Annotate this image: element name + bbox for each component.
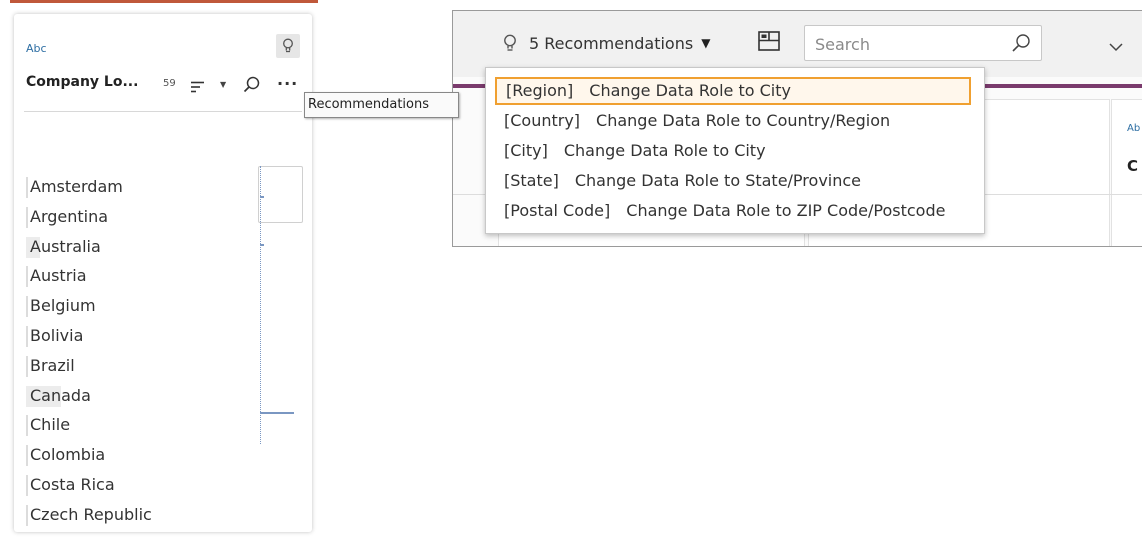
sort-icon[interactable] bbox=[191, 78, 205, 97]
value-label: Canada bbox=[30, 385, 91, 405]
value-label: Brazil bbox=[30, 355, 75, 375]
value-list: Amsterdam Argentina Australia Austria Belgiu… bbox=[26, 172, 152, 530]
recommendation-field: [Region] bbox=[506, 81, 574, 100]
value-label: Argentina bbox=[30, 206, 109, 226]
background-type-label: Ab bbox=[1127, 123, 1141, 134]
background-field-name: C bbox=[1127, 157, 1139, 175]
value-list-item[interactable]: Czech Republic bbox=[26, 500, 152, 530]
data-type-label: Abc bbox=[26, 42, 47, 55]
recommendation-action: Change Data Role to City bbox=[563, 141, 766, 160]
value-list-item[interactable]: Chile bbox=[26, 410, 152, 440]
recommendations-tooltip: Recommendations bbox=[304, 92, 459, 118]
recommendation-item[interactable]: [City] Change Data Role to City bbox=[495, 137, 971, 165]
value-count: 59 bbox=[163, 78, 176, 89]
value-list-item[interactable]: Amsterdam bbox=[26, 172, 152, 202]
recommendation-field: [Country] bbox=[504, 111, 581, 130]
dropdown-caret-icon: ▼ bbox=[701, 36, 711, 50]
recommendation-item[interactable]: [Country] Change Data Role to Country/Reg… bbox=[495, 107, 971, 135]
value-list-item[interactable]: Austria bbox=[26, 261, 152, 291]
recommendations-toggle[interactable] bbox=[276, 34, 300, 58]
more-icon[interactable]: ··· bbox=[277, 74, 298, 93]
value-list-item[interactable]: Bolivia bbox=[26, 321, 152, 351]
value-list-item[interactable]: Costa Rica bbox=[26, 470, 152, 500]
histogram-bar bbox=[260, 244, 264, 246]
recommendation-field: [Postal Code] bbox=[504, 201, 611, 220]
search-field[interactable] bbox=[804, 25, 1042, 61]
recommendations-menu: [Region] Change Data Role to City [Country… bbox=[485, 67, 985, 234]
recommendation-action: Change Data Role to City bbox=[589, 81, 791, 100]
profile-card: Abc Company Lo... 59 ▼ ··· Amsterdam Arge… bbox=[14, 14, 312, 532]
search-icon[interactable] bbox=[243, 76, 260, 97]
search-input[interactable] bbox=[813, 32, 1007, 56]
value-label: Australia bbox=[30, 236, 101, 256]
value-label: Chile bbox=[30, 415, 71, 435]
chevron-down-icon[interactable] bbox=[1109, 37, 1123, 56]
recommendation-item[interactable]: [Postal Code] Change Data Role to ZIP Cod… bbox=[495, 197, 971, 225]
histogram-bar bbox=[260, 412, 294, 414]
value-label: Austria bbox=[30, 266, 87, 286]
value-list-item[interactable]: Belgium bbox=[26, 291, 152, 321]
field-name[interactable]: Company Lo... bbox=[26, 74, 138, 90]
value-label: Colombia bbox=[30, 445, 106, 465]
value-label: Belgium bbox=[30, 296, 96, 316]
value-list-item[interactable]: Australia bbox=[26, 232, 152, 262]
header-divider bbox=[24, 111, 302, 112]
top-accent-bar bbox=[10, 0, 318, 3]
lightbulb-icon bbox=[504, 34, 516, 51]
recommendation-action: Change Data Role to Country/Region bbox=[596, 111, 891, 130]
recommendation-action: Change Data Role to ZIP Code/Postcode bbox=[626, 201, 946, 220]
recommendations-label: 5 Recommendations bbox=[529, 33, 694, 53]
value-label: Czech Republic bbox=[30, 504, 152, 524]
recommendation-item[interactable]: [State] Change Data Role to State/Provinc… bbox=[495, 167, 971, 195]
sort-dropdown-caret-icon[interactable]: ▼ bbox=[220, 80, 226, 89]
recommendation-action: Change Data Role to State/Province bbox=[574, 171, 862, 190]
histogram-bar bbox=[260, 196, 264, 198]
value-label: Amsterdam bbox=[30, 177, 123, 196]
recommendation-item[interactable]: [Region] Change Data Role to City bbox=[495, 77, 971, 105]
recommendations-button[interactable]: 5 Recommendations ▼ bbox=[503, 28, 710, 58]
value-list-item[interactable]: Canada bbox=[26, 381, 152, 411]
histogram-window[interactable] bbox=[258, 166, 303, 223]
value-list-item[interactable]: Argentina bbox=[26, 202, 152, 232]
histogram-axis bbox=[260, 166, 261, 444]
layout-icon[interactable] bbox=[758, 31, 780, 55]
value-list-item[interactable]: Colombia bbox=[26, 440, 152, 470]
value-label: Costa Rica bbox=[30, 474, 115, 494]
value-label: Bolivia bbox=[30, 325, 84, 345]
recommendation-field: [City] bbox=[504, 141, 548, 160]
search-icon[interactable] bbox=[1011, 33, 1031, 53]
lightbulb-icon bbox=[283, 38, 293, 53]
value-list-item[interactable]: Brazil bbox=[26, 351, 152, 381]
recommendation-field: [State] bbox=[504, 171, 559, 190]
